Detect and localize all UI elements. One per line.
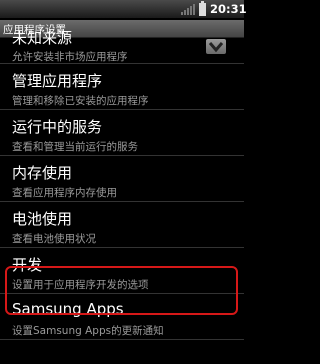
status-bar: 20:31 — [0, 0, 247, 19]
list-item-summary: 查看应用程序内存使用 — [12, 187, 117, 199]
list-item-running-services[interactable]: 运行中的服务 查看和管理当前运行的服务 — [0, 110, 244, 156]
signal-bars-icon — [181, 4, 195, 15]
list-item-summary: 查看电池使用状况 — [12, 233, 96, 245]
list-item-samsung-apps[interactable]: Samsung Apps 设置Samsung Apps的更新通知 — [0, 294, 244, 340]
list-item-summary: 允许安装非市场应用程序 — [12, 51, 128, 63]
list-item-memory-usage[interactable]: 内存使用 查看应用程序内存使用 — [0, 156, 244, 202]
list-item-label: 管理应用程序 — [12, 72, 103, 90]
status-time: 20:31 — [210, 2, 247, 16]
checkmark-icon[interactable] — [206, 39, 226, 54]
list-item-summary: 查看和管理当前运行的服务 — [12, 141, 138, 153]
list-item-summary: 设置Samsung Apps的更新通知 — [12, 325, 164, 337]
list-item-label: Samsung Apps — [12, 300, 124, 318]
list-item-label: 运行中的服务 — [12, 118, 103, 136]
list-item-manage-applications[interactable]: 管理应用程序 管理和移除已安装的应用程序 — [0, 64, 244, 110]
list-item-label: 电池使用 — [12, 210, 73, 228]
list-item-summary: 管理和移除已安装的应用程序 — [12, 95, 149, 107]
battery-icon — [199, 1, 206, 16]
list-item-summary: 设置用于应用程序开发的选项 — [12, 279, 149, 291]
list-item-development[interactable]: 开发 设置用于应用程序开发的选项 — [0, 248, 244, 294]
list-item-battery-usage[interactable]: 电池使用 查看电池使用状况 — [0, 202, 244, 248]
list-item-label: 未知来源 — [12, 29, 73, 47]
list-item-unknown-sources[interactable]: 未知来源 允许安装非市场应用程序 — [0, 29, 244, 64]
list-item-label: 开发 — [12, 256, 43, 274]
settings-list: 未知来源 允许安装非市场应用程序 管理应用程序 管理和移除已安装的应用程序 运行… — [0, 29, 244, 340]
list-item-label: 内存使用 — [12, 164, 73, 182]
